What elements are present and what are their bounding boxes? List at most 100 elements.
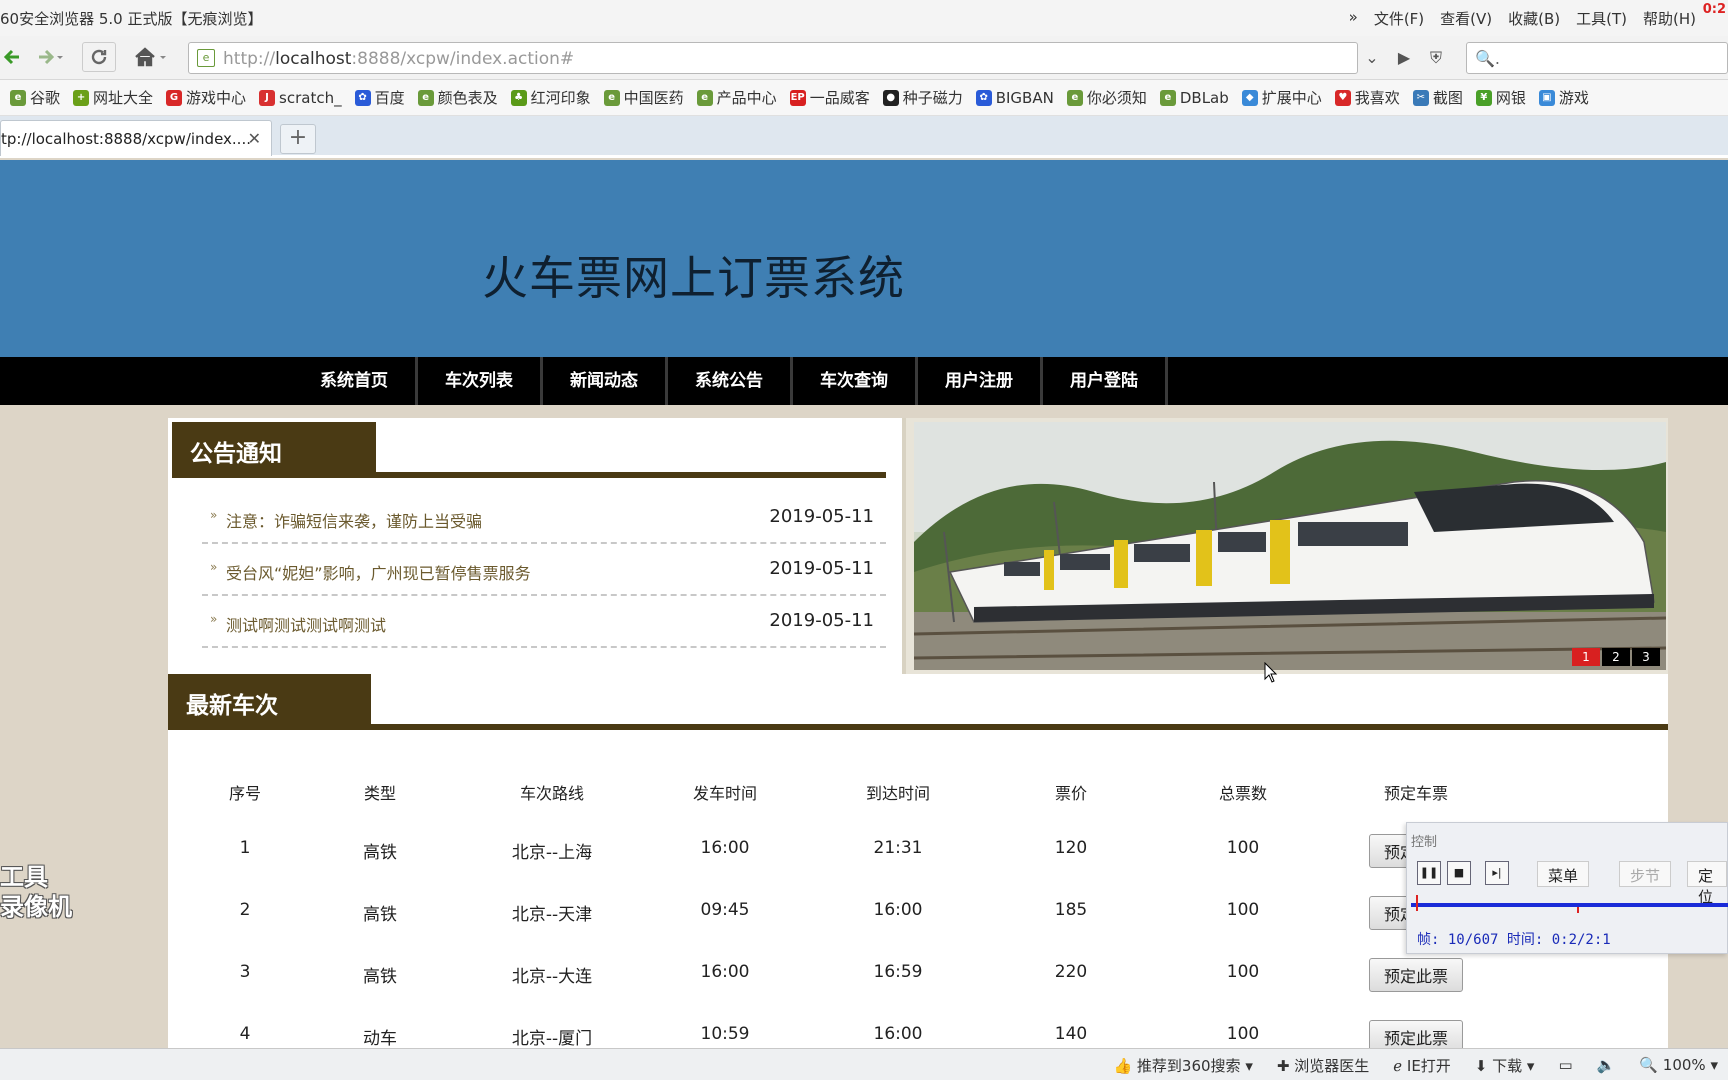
shield-icon[interactable]: ⛨ <box>1422 42 1450 74</box>
banner-pager: 1 2 3 <box>1572 648 1660 666</box>
bookmark-item[interactable]: e 产品中心 <box>696 87 777 108</box>
cell-type: 高铁 <box>363 843 397 863</box>
nav-home[interactable]: 系统首页 <box>293 357 418 405</box>
book-ticket-button[interactable]: 预定此票 <box>1368 958 1464 992</box>
bookmark-item[interactable]: e 谷歌 <box>10 87 60 108</box>
address-actions: ⌄ ▶ ⛨ <box>1358 42 1450 74</box>
status-search-recommend[interactable]: 👍 推荐到360搜索 ▾ <box>1113 1055 1252 1076</box>
close-icon[interactable]: ✕ <box>248 129 261 148</box>
notice-heading: 公告通知 <box>172 422 376 472</box>
bookmark-item[interactable]: e 颜色表及 <box>417 87 498 108</box>
notice-title[interactable]: 注意：诈骗短信来袭，谨防上当受骗 <box>226 508 482 532</box>
banner-page-1[interactable]: 1 <box>1572 648 1600 666</box>
bookmark-label: scratch_ <box>279 88 342 107</box>
menu-file[interactable]: 文件(F) <box>1374 8 1424 29</box>
bookmark-item[interactable]: ✿ BIGBAN <box>975 89 1054 107</box>
url-path: :8888/xcpw/index.action# <box>351 49 575 69</box>
bookmark-item[interactable]: ¥ 网银 <box>1475 87 1526 108</box>
bookmark-item[interactable]: + 网址大全 <box>73 87 153 108</box>
bookmark-item[interactable]: e 你必须知 <box>1066 87 1147 108</box>
bookmark-item[interactable]: Jscratch_ <box>259 89 342 107</box>
recorder-frame-info: 帧: 10/607 时间: 0:2/2:1 <box>1417 932 1611 948</box>
status-ie-open[interactable]: ℯ IE打开 <box>1393 1055 1451 1076</box>
cell-arrive: 16:59 <box>873 962 923 982</box>
menu-help[interactable]: 帮助(H) <box>1643 8 1696 29</box>
banner-page-3[interactable]: 3 <box>1632 648 1660 666</box>
cell-arrive: 16:00 <box>873 900 923 920</box>
go-icon[interactable]: ▶ <box>1390 42 1418 74</box>
menu-favorites[interactable]: 收藏(B) <box>1508 8 1560 29</box>
status-zoom[interactable]: 🔍 100% ▾ <box>1639 1056 1718 1074</box>
notice-item[interactable]: » 测试啊测试测试啊测试 2019-05-11 <box>202 596 886 648</box>
bookmark-item[interactable]: EP 一品威客 <box>789 87 870 108</box>
bookmark-item[interactable]: e DBLab <box>1159 89 1229 107</box>
bookmark-item[interactable]: ◆ 扩展中心 <box>1241 87 1322 108</box>
banner-page-2[interactable]: 2 <box>1602 648 1630 666</box>
nav-register[interactable]: 用户注册 <box>918 357 1043 405</box>
address-bar[interactable]: e http://localhost:8888/xcpw/index.actio… <box>188 42 1358 74</box>
notice-title[interactable]: 受台风“妮妲”影响，广州现已暂停售票服务 <box>226 560 531 584</box>
url-dropdown-icon[interactable]: ⌄ <box>1358 42 1386 74</box>
locate-button[interactable]: 定位 <box>1687 861 1727 906</box>
bookmark-item[interactable]: ♥ 我喜欢 <box>1334 87 1400 108</box>
back-arrow-icon[interactable] <box>0 42 24 72</box>
cell-depart: 09:45 <box>700 900 750 920</box>
column-header-col-depart: 发车时间 <box>692 784 758 803</box>
bookmark-item[interactable]: e 中国医药 <box>603 87 684 108</box>
new-tab-button[interactable]: + <box>280 124 316 154</box>
bookmark-item[interactable]: ✂ 截图 <box>1412 87 1463 108</box>
status-browser-doctor[interactable]: ✚ 浏览器医生 <box>1277 1055 1369 1076</box>
cell-total: 100 <box>1226 838 1260 858</box>
bookmark-item[interactable]: ✿ 百度 <box>354 87 405 108</box>
column-header-col-no: 序号 <box>228 784 262 803</box>
notice-item[interactable]: » 注意：诈骗短信来袭，谨防上当受骗 2019-05-11 <box>202 492 886 544</box>
menu-button[interactable]: 菜单 <box>1537 861 1590 887</box>
bookmark-label: 网址大全 <box>93 89 154 107</box>
bookmark-item[interactable]: G 游戏中心 <box>166 87 246 108</box>
refresh-icon[interactable] <box>82 42 116 72</box>
train-banner[interactable]: 1 2 3 <box>902 418 1668 674</box>
nav-news[interactable]: 新闻动态 <box>543 357 668 405</box>
table-header-row: 序号 类型 车次路线 发车时间 到达时间 票价 总票数 预定车票 <box>168 780 1668 810</box>
bookmarks-bar: e 谷歌 + 网址大全 G 游戏中心 Jscratch_ ✿ 百度 e 颜色表及 ♣ 红河印象 e 中国医药… <box>0 80 1728 116</box>
bookmark-icon: e <box>603 89 620 106</box>
menu-chevron-icon[interactable]: » <box>1349 8 1358 29</box>
status-bar: 👍 推荐到360搜索 ▾ ✚ 浏览器医生 ℯ IE打开 ⬇ 下载 ▾ ▭ 🔈 🔍… <box>0 1048 1728 1080</box>
recorder-progress-track[interactable] <box>1411 903 1728 907</box>
recorder-watermark: 工具 录像机 <box>0 862 72 922</box>
nav-train-list[interactable]: 车次列表 <box>418 357 543 405</box>
notice-date: 2019-05-11 <box>769 506 874 527</box>
bookmark-label: 你必须知 <box>1086 89 1147 107</box>
bookmark-item[interactable]: ▣ 游戏 <box>1538 87 1589 108</box>
bookmark-item[interactable]: ♣ 红河印象 <box>510 87 591 108</box>
menu-view[interactable]: 查看(V) <box>1440 8 1492 29</box>
stop-icon[interactable]: ■ <box>1447 861 1471 885</box>
bookmark-label: 扩展中心 <box>1261 89 1322 107</box>
menu-tools[interactable]: 工具(T) <box>1576 8 1627 29</box>
bookmark-label: 一品威客 <box>809 89 870 107</box>
nav-announcements[interactable]: 系统公告 <box>668 357 793 405</box>
status-window-icon[interactable]: ▭ <box>1558 1056 1572 1074</box>
search-input[interactable]: 🔍. <box>1466 42 1728 74</box>
tab-current[interactable]: tp://localhost:8888/xcpw/index.... ✕ <box>0 120 272 156</box>
notice-title[interactable]: 测试啊测试测试啊测试 <box>226 612 386 636</box>
cell-price: 220 <box>1054 962 1088 982</box>
forward-arrow-icon[interactable] <box>30 42 70 72</box>
notice-list: » 注意：诈骗短信来袭，谨防上当受骗 2019-05-11 » 受台风“妮妲”影… <box>202 492 886 648</box>
bookmark-item[interactable]: ● 种子磁力 <box>882 87 963 108</box>
pause-icon[interactable]: ❚❚ <box>1417 861 1441 885</box>
column-header-col-total: 总票数 <box>1218 784 1268 803</box>
recorder-progress-marker[interactable] <box>1416 895 1418 911</box>
cell-depart: 16:00 <box>700 838 750 858</box>
nav-train-search[interactable]: 车次查询 <box>793 357 918 405</box>
status-label: IE打开 <box>1406 1056 1451 1075</box>
next-frame-icon[interactable]: ▸| <box>1485 861 1509 885</box>
home-icon[interactable] <box>128 42 172 72</box>
status-download[interactable]: ⬇ 下载 ▾ <box>1475 1055 1535 1076</box>
bookmark-label: 种子磁力 <box>902 89 963 107</box>
status-sound-icon[interactable]: 🔈 <box>1597 1056 1616 1074</box>
cell-type: 动车 <box>363 1029 397 1049</box>
nav-login[interactable]: 用户登陆 <box>1043 357 1168 405</box>
step-button[interactable]: 步节 <box>1619 861 1672 887</box>
notice-item[interactable]: » 受台风“妮妲”影响，广州现已暂停售票服务 2019-05-11 <box>202 544 886 596</box>
